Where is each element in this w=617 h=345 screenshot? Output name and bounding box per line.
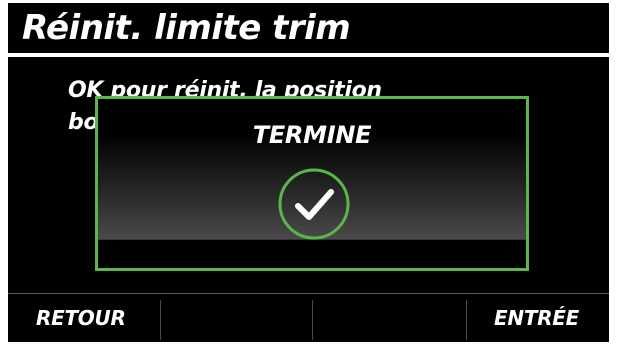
display-screen: Réinit. limite trim OK pour réinit. la p… [8,3,609,342]
softkey-divider [312,300,313,340]
back-button[interactable]: RETOUR [8,294,160,342]
checkmark-circle-icon [278,168,350,240]
title-divider [8,53,609,57]
softkey-bar: RETOUR ENTRÉE [8,293,609,342]
softkey-divider [160,300,161,340]
dialog-title: TERMINE [252,121,372,149]
completion-dialog: TERMINE [95,96,529,271]
enter-button[interactable]: ENTRÉE [466,294,609,342]
screen-title: Réinit. limite trim [22,8,351,48]
